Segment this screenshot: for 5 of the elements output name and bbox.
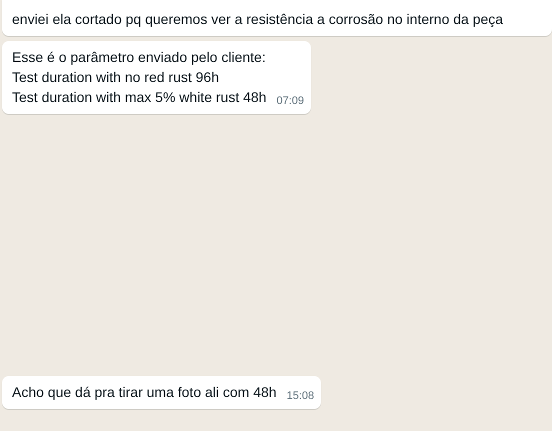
message-text: Esse é o parâmetro enviado pelo cliente: Test duration with no red rust 96h Test duration with max 5% white rust 48h [12, 48, 266, 107]
message-time: 07:09 [276, 94, 304, 109]
message-time: 15:08 [286, 389, 314, 404]
message-text: Acho que dá pra tirar uma foto ali com 48h [12, 383, 277, 402]
message-text: enviei ela cortado pq queremos ver a resistência a corrosão no interno da peça [12, 10, 504, 29]
